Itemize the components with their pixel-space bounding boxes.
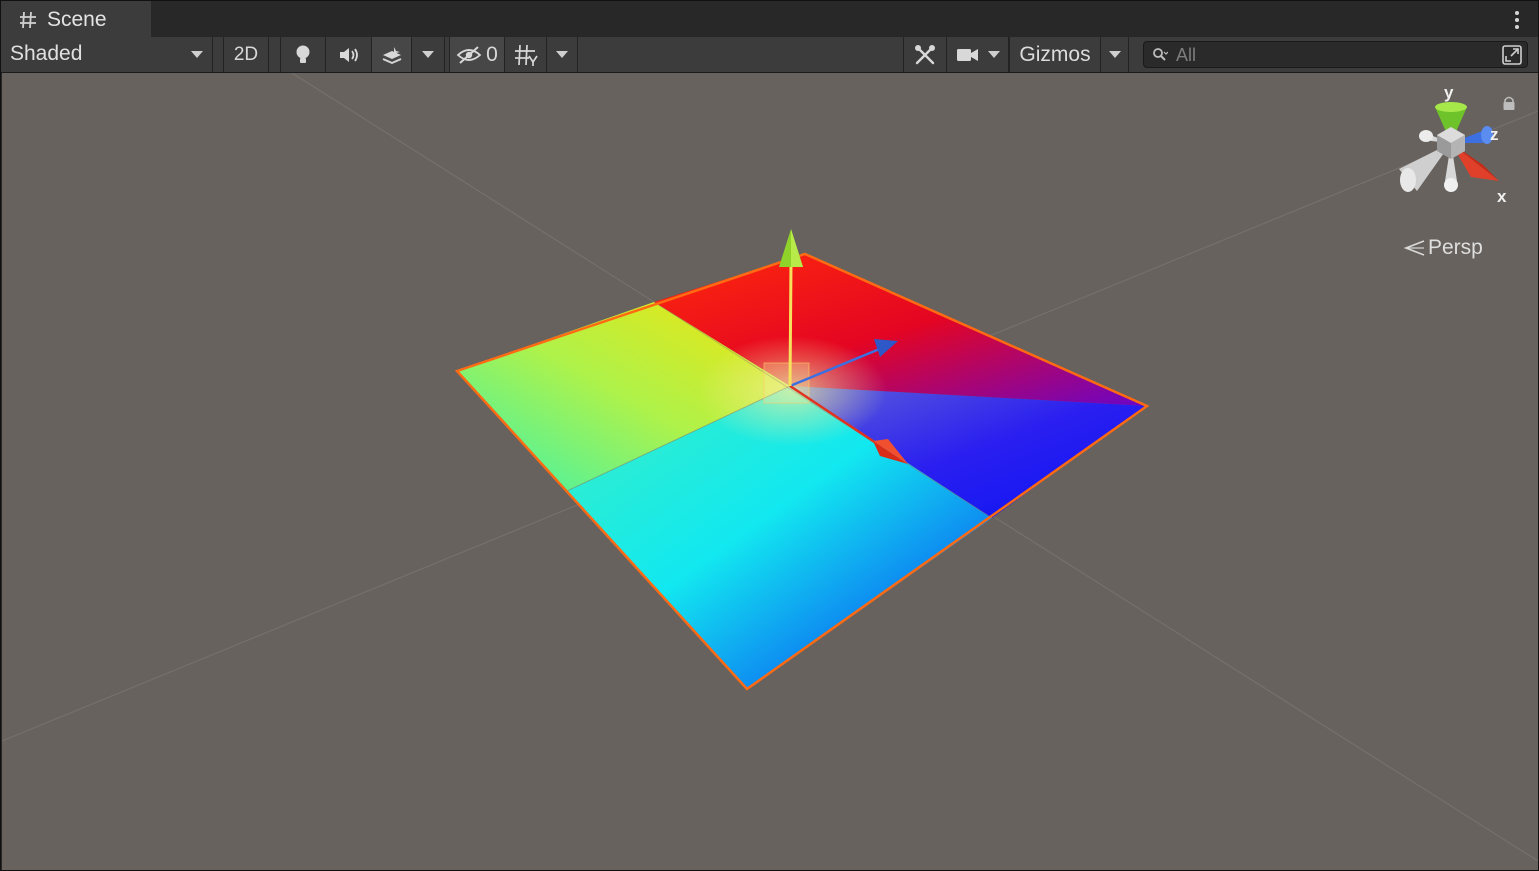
chevron-down-icon [556, 51, 568, 58]
scene-visibility-button[interactable]: 0 [449, 37, 505, 72]
tools-icon [915, 44, 935, 64]
audio-toggle-button[interactable] [326, 37, 372, 72]
scene-grid-icon [20, 11, 36, 29]
tab-title: Scene [47, 8, 107, 31]
2d-label: 2D [233, 43, 259, 65]
window-menu-icon[interactable] [1514, 11, 1520, 29]
eye-slash-icon [456, 45, 482, 64]
effects-dropdown[interactable] [412, 37, 445, 72]
2d-toggle-button[interactable]: 2D [223, 37, 269, 72]
grid-snap-icon [514, 44, 538, 66]
y-axis-label: y [1444, 83, 1454, 102]
chevron-down-icon [1108, 51, 1121, 58]
projection-label: Persp [1428, 236, 1483, 259]
tools-button[interactable] [903, 37, 947, 72]
tab-scene[interactable]: Scene [1, 1, 151, 37]
scene-canvas[interactable] [2, 73, 1538, 870]
y-axis-handle[interactable] [788, 262, 793, 387]
gizmos-dropdown[interactable] [1101, 37, 1129, 72]
scene-toolbar: Shaded 2D 0 Gizmos All [1, 37, 1538, 73]
draw-mode-dropdown[interactable]: Shaded [1, 37, 213, 72]
effects-toggle-button[interactable] [372, 37, 412, 72]
grid-dropdown[interactable] [547, 37, 578, 72]
search-icon [1153, 48, 1168, 61]
layers-icon [382, 46, 401, 64]
maximize-icon[interactable] [1501, 44, 1523, 66]
hidden-object-count: 0 [486, 42, 498, 66]
grid-toggle-button[interactable] [505, 37, 547, 72]
gradient-plane[interactable] [454, 252, 1150, 691]
chevron-down-icon [987, 51, 1000, 58]
lightbulb-icon [296, 45, 310, 63]
chevron-down-icon [422, 51, 434, 58]
chevron-down-icon [191, 51, 203, 58]
search-field[interactable] [1143, 41, 1528, 68]
projection-toggle[interactable]: Persp [1404, 236, 1483, 260]
lock-icon[interactable] [1502, 95, 1516, 111]
gizmos-label: Gizmos [1019, 42, 1091, 66]
x-axis-label: x [1497, 187, 1507, 206]
scene-window: Scene Shaded 2D 0 Gizmos All y z x Persp [0, 0, 1539, 871]
tab-bar: Scene [1, 1, 1538, 37]
lighting-toggle-button[interactable] [280, 37, 326, 72]
perspective-icon [1404, 240, 1425, 256]
z-axis-label: z [1490, 125, 1499, 144]
speaker-icon [339, 47, 358, 62]
scene-viewport[interactable]: y z x Persp [2, 73, 1538, 870]
draw-mode-label: Shaded [10, 42, 83, 65]
camera-settings-dropdown[interactable] [947, 37, 1009, 72]
search-input[interactable] [1174, 44, 1498, 67]
gizmos-toggle-button[interactable]: Gizmos [1009, 37, 1101, 72]
camera-icon [956, 48, 978, 61]
